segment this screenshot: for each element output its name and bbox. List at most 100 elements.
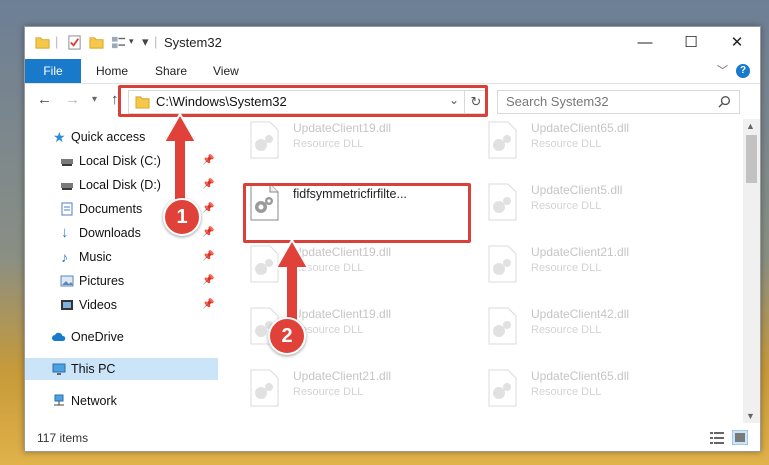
scrollbar-thumb[interactable] (746, 135, 757, 183)
properties-icon[interactable] (67, 35, 82, 50)
sidebar-item-label: Videos (79, 298, 117, 312)
close-button[interactable]: ✕ (714, 27, 760, 59)
scroll-down-icon[interactable]: ▼ (746, 411, 755, 421)
drive-icon (61, 183, 73, 190)
network-icon (54, 394, 64, 406)
details-view-icon[interactable] (710, 432, 724, 444)
file-item[interactable]: UpdateClient42.dll Resource DLL (485, 305, 715, 349)
help-icon[interactable]: ? (736, 64, 750, 78)
sidebar-item-label: Documents (79, 202, 143, 216)
pin-icon[interactable]: 📌 (202, 150, 214, 172)
pictures-icon (60, 275, 74, 287)
step-1-badge: 1 (163, 198, 201, 236)
file-description: Resource DLL (531, 262, 602, 274)
status-bar: 117 items (25, 425, 760, 451)
tab-share[interactable]: Share (155, 59, 187, 83)
star-icon: ★ (53, 129, 66, 145)
file-item[interactable]: UpdateClient5.dll Resource DLL (485, 181, 715, 225)
videos-icon (61, 300, 73, 310)
sidebar-item-label: Local Disk (D:) (79, 178, 161, 192)
dll-file-icon (488, 307, 517, 345)
search-input[interactable]: Search System32 (506, 94, 609, 109)
sidebar-item-label: OneDrive (71, 330, 124, 344)
file-description: Resource DLL (531, 138, 602, 150)
item-count: 117 items (37, 431, 89, 445)
search-icon[interactable] (718, 95, 731, 108)
file-item[interactable]: UpdateClient65.dll Resource DLL (485, 367, 715, 411)
file-item[interactable]: UpdateClient19.dll Resource DLL (247, 119, 477, 163)
file-description: Resource DLL (531, 324, 602, 336)
expand-ribbon-icon[interactable]: ﹀ (717, 62, 728, 78)
pin-icon[interactable]: 📌 (202, 270, 214, 292)
file-name: UpdateClient21.dll (531, 245, 630, 259)
sidebar-item-label: Music (79, 250, 112, 264)
drive-icon (61, 159, 73, 166)
title-bar: | ▾ ▾ | System32 — ☐ ✕ (25, 27, 760, 59)
back-arrow-icon[interactable]: ← (37, 91, 52, 108)
ribbon-tabs: File Home Share View ﹀ ? (25, 59, 760, 84)
file-explorer-window: | ▾ ▾ | System32 — ☐ ✕ File Home Share V… (24, 26, 761, 452)
forward-arrow-icon[interactable]: → (65, 91, 80, 108)
file-item[interactable]: UpdateClient21.dll Resource DLL (485, 243, 715, 287)
file-description: Resource DLL (293, 138, 364, 150)
pin-icon[interactable]: 📌 (202, 198, 214, 220)
sidebar-item-label: Local Disk (C:) (79, 154, 161, 168)
chevron-down-icon[interactable]: ▾ (129, 36, 134, 47)
sidebar-item-pictures[interactable]: Pictures 📌 (25, 270, 218, 292)
dll-file-icon (488, 183, 517, 221)
large-icons-view-icon[interactable] (732, 430, 748, 445)
tab-file[interactable]: File (25, 59, 81, 83)
sidebar-item-music[interactable]: ♪ Music 📌 (25, 246, 218, 268)
maximize-button[interactable]: ☐ (668, 27, 714, 59)
pin-icon[interactable]: 📌 (202, 222, 214, 244)
dll-file-icon (488, 245, 517, 283)
file-highlight-box (243, 183, 471, 243)
file-name: UpdateClient21.dll (293, 369, 392, 383)
sidebar-item-onedrive[interactable]: OneDrive (25, 326, 218, 348)
tab-home[interactable]: Home (96, 59, 128, 83)
arrow-up-icon (162, 112, 198, 208)
minimize-button[interactable]: — (622, 27, 668, 59)
separator: | (154, 34, 158, 49)
file-item[interactable]: UpdateClient21.dll Resource DLL (247, 367, 477, 411)
search-box[interactable]: Search System32 (497, 90, 740, 114)
downloads-icon: ↓ (61, 224, 69, 241)
dll-file-icon (250, 369, 279, 407)
folder-icon (35, 37, 50, 49)
sidebar-item-this-pc[interactable]: This PC (25, 358, 218, 380)
sidebar-item-label: This PC (71, 362, 116, 376)
file-name: UpdateClient65.dll (531, 369, 630, 383)
sidebar-item-label: Network (71, 394, 117, 408)
tab-view[interactable]: View (213, 59, 239, 83)
pin-icon[interactable]: 📌 (202, 174, 214, 196)
view-details-icon[interactable] (111, 35, 126, 50)
file-name: UpdateClient65.dll (531, 121, 630, 135)
customize-toolbar-icon[interactable]: ▾ (142, 34, 149, 50)
file-description: Resource DLL (293, 386, 364, 398)
vertical-scrollbar[interactable]: ▲ ▼ (743, 119, 760, 423)
pin-icon[interactable]: 📌 (202, 246, 214, 268)
dll-file-icon (250, 121, 279, 159)
dll-file-icon (488, 369, 517, 407)
new-folder-icon[interactable] (89, 35, 104, 50)
sidebar-item-label: Downloads (79, 226, 141, 240)
cloud-icon (52, 332, 66, 341)
sidebar-item-label: Pictures (79, 274, 125, 288)
window-title: System32 (164, 35, 222, 50)
documents-icon (61, 202, 73, 216)
computer-icon (52, 363, 66, 375)
file-name: UpdateClient42.dll (531, 307, 630, 321)
sidebar-item-network[interactable]: Network (25, 390, 218, 412)
separator: | (55, 34, 59, 49)
file-name: UpdateClient5.dll (531, 183, 623, 197)
scroll-up-icon[interactable]: ▲ (746, 121, 755, 131)
file-item[interactable]: UpdateClient65.dll Resource DLL (485, 119, 715, 163)
file-description: Resource DLL (531, 200, 602, 212)
recent-locations-icon[interactable]: ▾ (92, 94, 97, 105)
file-name: UpdateClient19.dll (293, 121, 392, 135)
sidebar-item-videos[interactable]: Videos 📌 (25, 294, 218, 316)
sidebar-item-label: Quick access (71, 130, 146, 144)
pin-icon[interactable]: 📌 (202, 294, 214, 316)
dll-file-icon (488, 121, 517, 159)
step-2-badge: 2 (268, 317, 306, 355)
